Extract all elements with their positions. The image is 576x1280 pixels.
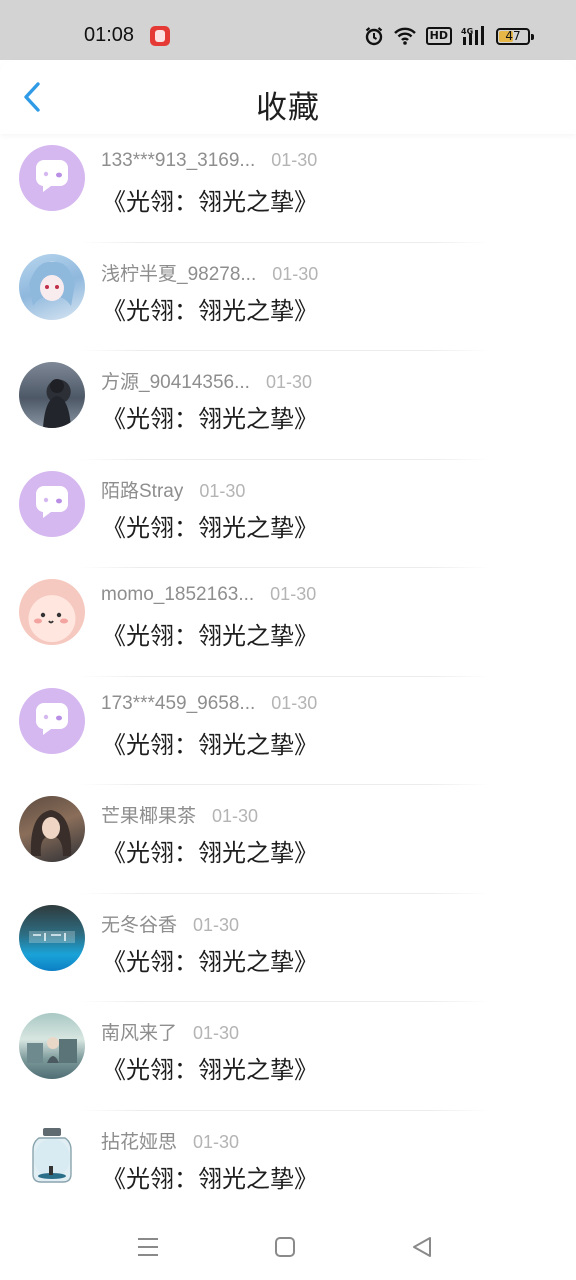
glass-jar-icon — [32, 1127, 72, 1183]
avatar[interactable] — [19, 687, 85, 754]
date: 01-30 — [270, 584, 317, 604]
home-button[interactable] — [270, 1232, 300, 1262]
home-icon — [275, 1237, 295, 1257]
post-title[interactable]: 《光翎：翎光之挚》 — [102, 616, 318, 651]
date: 01-30 — [271, 692, 318, 713]
date: 01-30 — [199, 480, 246, 501]
list-item[interactable]: 方源_90414356... 01-30 《光翎：翎光之挚》 — [0, 351, 576, 460]
post-title[interactable]: 《光翎：翎光之挚》 — [102, 508, 318, 543]
list-item[interactable]: 133***913_3169... 01-30 《光翎：翎光之挚》 — [0, 134, 576, 243]
chat-bubble-icon — [35, 702, 68, 735]
avatar[interactable] — [19, 145, 85, 211]
scenery-icon — [27, 1037, 77, 1063]
post-title[interactable]: 《光翎：翎光之挚》 — [102, 1159, 318, 1194]
post-title[interactable]: 《光翎：翎光之挚》 — [102, 291, 318, 326]
list-item[interactable]: 173***459_9658... 01-30 《光翎：翎光之挚》 — [0, 677, 576, 785]
battery-level: 47 — [505, 28, 521, 43]
list-item[interactable]: 拈花娅思 01-30 《光翎：翎光之挚》 — [0, 1111, 576, 1219]
chat-bubble-icon — [35, 160, 68, 192]
date: 01-30 — [193, 914, 240, 935]
page-title: 收藏 — [256, 90, 320, 126]
list-item[interactable]: 无冬谷香 01-30 《光翎：翎光之挚》 — [0, 894, 576, 1002]
list-item[interactable]: 浅柠半夏_98278... 01-30 《光翎：翎光之挚》 — [0, 243, 576, 351]
favorites-list: 133***913_3169... 01-30 《光翎：翎光之挚》 浅柠半夏_98… — [0, 134, 576, 1219]
back-triangle-icon — [413, 1237, 431, 1257]
avatar[interactable] — [19, 470, 85, 537]
post-title[interactable]: 《光翎：翎光之挚》 — [102, 942, 318, 977]
username[interactable]: 173***459_9658... — [101, 693, 255, 715]
system-nav-bar — [0, 1210, 576, 1280]
username[interactable]: momo_1852163... — [101, 584, 254, 606]
status-time: 01:08 — [84, 24, 135, 46]
avatar[interactable] — [19, 904, 85, 971]
calligraphy-art-icon — [29, 930, 75, 943]
username[interactable]: 芒果椰果茶 — [101, 801, 196, 828]
app-notification-icon — [150, 26, 170, 46]
list-item[interactable]: 芒果椰果茶 01-30 《光翎：翎光之挚》 — [0, 785, 576, 894]
status-icons: HD 4G 47 — [364, 24, 534, 48]
list-item[interactable]: momo_1852163... 01-30 《光翎：翎光之挚》 — [0, 568, 576, 677]
date: 01-30 — [265, 372, 312, 392]
alarm-icon — [364, 25, 384, 47]
post-title[interactable]: 《光翎：翎光之挚》 — [102, 1050, 318, 1085]
back-nav-button[interactable] — [407, 1232, 437, 1262]
cute-face-icon — [34, 612, 68, 624]
signal-icon: 4G — [461, 25, 487, 47]
chat-bubble-icon — [35, 485, 68, 518]
post-title[interactable]: 《光翎：翎光之挚》 — [102, 833, 318, 868]
menu-icon — [138, 1238, 158, 1256]
header: 收藏 — [0, 60, 576, 134]
username[interactable]: 拈花娅思 — [101, 1127, 177, 1154]
post-title[interactable]: 《光翎：翎光之挚》 — [102, 399, 318, 434]
avatar[interactable] — [19, 579, 85, 645]
date: 01-30 — [193, 1131, 240, 1152]
avatar[interactable] — [19, 1121, 85, 1188]
avatar[interactable] — [19, 362, 85, 428]
list-item[interactable]: 南风来了 01-30 《光翎：翎光之挚》 — [0, 1002, 576, 1111]
post-title[interactable]: 《光翎：翎光之挚》 — [102, 182, 318, 217]
username[interactable]: 南风来了 — [101, 1018, 177, 1045]
hd-icon: HD — [425, 25, 452, 47]
avatar[interactable] — [19, 253, 85, 320]
username[interactable]: 133***913_3169... — [101, 150, 255, 172]
date: 01-30 — [272, 263, 319, 284]
anime-girl-icon — [29, 261, 75, 306]
username[interactable]: 方源_90414356... — [101, 367, 250, 394]
person-silhouette-icon — [43, 379, 71, 428]
username[interactable]: 陌路Stray — [101, 476, 183, 503]
date: 01-30 — [212, 806, 259, 826]
anime-girl-icon — [30, 810, 72, 856]
list-item[interactable]: 陌路Stray 01-30 《光翎：翎光之挚》 — [0, 460, 576, 568]
date: 01-30 — [193, 1023, 240, 1043]
avatar[interactable] — [19, 796, 85, 862]
date: 01-30 — [271, 150, 318, 170]
avatar[interactable] — [19, 1013, 85, 1079]
username[interactable]: 无冬谷香 — [101, 910, 177, 937]
post-title[interactable]: 《光翎：翎光之挚》 — [102, 725, 318, 760]
menu-button[interactable] — [133, 1232, 163, 1262]
wifi-icon — [393, 25, 417, 47]
username[interactable]: 浅柠半夏_98278... — [101, 259, 256, 286]
battery-icon: 47 — [496, 25, 534, 47]
status-bar: 01:08 HD 4G 47 — [0, 0, 576, 60]
